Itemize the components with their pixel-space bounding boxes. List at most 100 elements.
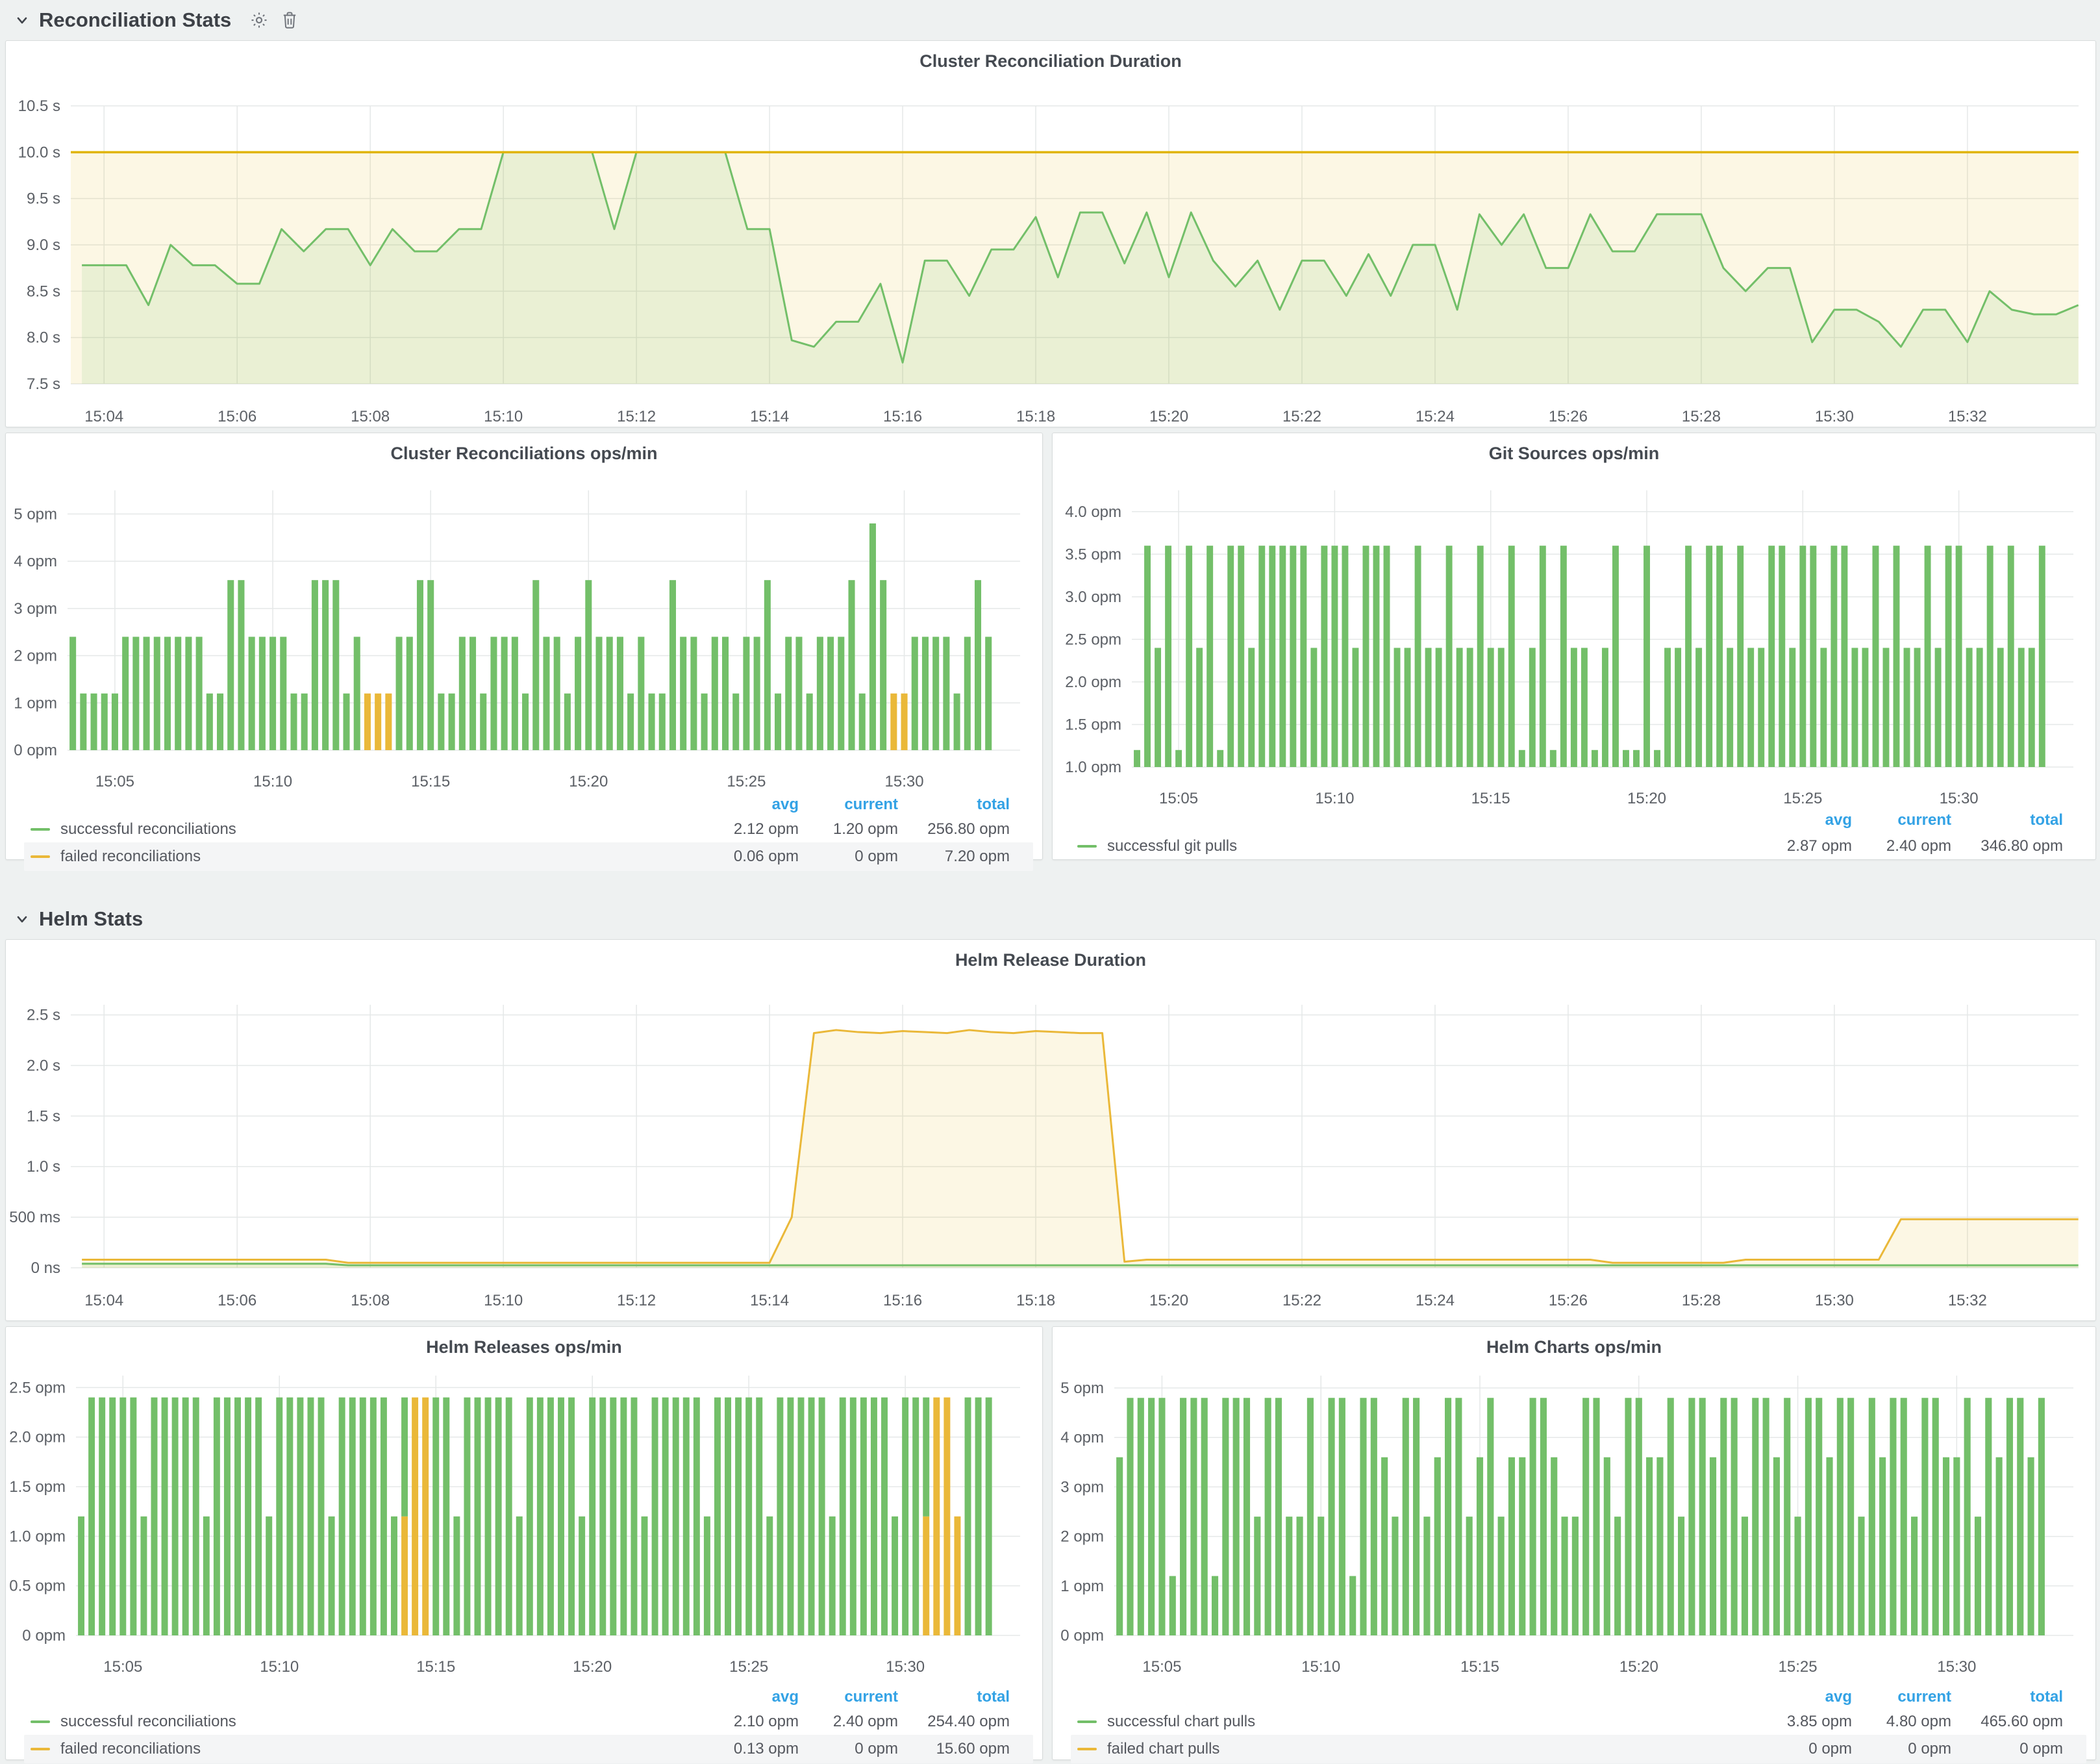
svg-text:0 opm: 0 opm: [14, 742, 57, 759]
section-title[interactable]: Helm Stats: [39, 907, 143, 931]
svg-text:9.5 s: 9.5 s: [27, 190, 60, 208]
legend-col-total[interactable]: total: [1951, 1688, 2063, 1706]
svg-text:4 opm: 4 opm: [1060, 1429, 1104, 1446]
svg-text:500 ms: 500 ms: [9, 1209, 60, 1226]
svg-text:1.0 opm: 1.0 opm: [1065, 759, 1121, 776]
svg-text:15:06: 15:06: [218, 408, 256, 425]
stat-current: 1.20 opm: [799, 820, 898, 838]
stat-avg: 2.10 opm: [688, 1713, 799, 1731]
svg-text:2.0 opm: 2.0 opm: [9, 1429, 66, 1446]
svg-text:15:20: 15:20: [1149, 1292, 1188, 1309]
svg-text:15:10: 15:10: [260, 1658, 299, 1676]
svg-text:15:06: 15:06: [218, 1292, 256, 1309]
svg-text:2.5 s: 2.5 s: [27, 1007, 60, 1024]
legend-col-total[interactable]: total: [1951, 811, 2063, 829]
svg-text:0.5 opm: 0.5 opm: [9, 1578, 66, 1595]
legend-col-current[interactable]: current: [799, 796, 898, 814]
legend-label[interactable]: successful reconciliations: [60, 1713, 236, 1731]
svg-text:15:32: 15:32: [1948, 408, 1987, 425]
stat-current: 4.80 opm: [1852, 1713, 1951, 1731]
svg-text:15:15: 15:15: [411, 773, 450, 790]
stat-avg: 2.87 opm: [1742, 837, 1852, 855]
svg-text:15:14: 15:14: [750, 408, 789, 425]
legend-row: successful git pulls 2.87 opm 2.40 opm 3…: [1071, 832, 2063, 861]
svg-text:15:30: 15:30: [885, 773, 924, 790]
legend-label[interactable]: successful reconciliations: [60, 820, 236, 838]
chevron-down-icon[interactable]: [14, 12, 30, 28]
svg-text:15:28: 15:28: [1682, 1292, 1721, 1309]
chevron-down-icon[interactable]: [14, 911, 30, 927]
stat-avg: 0 opm: [1742, 1740, 1852, 1758]
svg-text:15:25: 15:25: [1779, 1658, 1818, 1676]
svg-text:15:20: 15:20: [1149, 408, 1188, 425]
stat-avg: 0.13 opm: [688, 1740, 799, 1758]
svg-text:15:05: 15:05: [95, 773, 134, 790]
legend-label[interactable]: failed reconciliations: [60, 848, 201, 866]
svg-text:15:26: 15:26: [1549, 1292, 1588, 1309]
panel-cluster-reconciliations-opm: Cluster Reconciliations ops/min 5 opm4 o…: [5, 433, 1043, 860]
svg-text:15:22: 15:22: [1282, 408, 1321, 425]
legend-label[interactable]: successful chart pulls: [1107, 1713, 1255, 1731]
panel-helm-charts-opm: Helm Charts ops/min 5 opm4 opm3 opm2 opm…: [1052, 1326, 2096, 1760]
grafana-dashboard: { "colors":{ "green":"#73bf69", "yellow"…: [0, 0, 2100, 1764]
svg-text:15:08: 15:08: [351, 408, 390, 425]
svg-text:15:18: 15:18: [1016, 1292, 1055, 1309]
svg-text:15:30: 15:30: [1815, 1292, 1854, 1309]
svg-text:15:15: 15:15: [1460, 1658, 1499, 1676]
legend-col-current[interactable]: current: [1852, 1688, 1951, 1706]
svg-text:8.0 s: 8.0 s: [27, 329, 60, 347]
svg-text:15:22: 15:22: [1282, 1292, 1321, 1309]
stat-total: 7.20 opm: [898, 848, 1010, 866]
stat-current: 2.40 opm: [1852, 837, 1951, 855]
trash-icon[interactable]: [281, 10, 299, 30]
svg-text:15:24: 15:24: [1416, 408, 1455, 425]
svg-text:15:24: 15:24: [1416, 1292, 1455, 1309]
panel-git-sources-opm: Git Sources ops/min 4.0 opm3.5 opm3.0 op…: [1052, 433, 2096, 860]
legend-col-avg[interactable]: avg: [1742, 1688, 1852, 1706]
legend-col-avg[interactable]: avg: [1742, 811, 1852, 829]
stat-current: 0 opm: [799, 848, 898, 866]
svg-text:3.0 opm: 3.0 opm: [1065, 588, 1121, 606]
section-helm-stats: Helm Stats: [14, 904, 143, 934]
section-title[interactable]: Reconciliation Stats: [39, 8, 231, 32]
gear-icon[interactable]: [249, 10, 269, 30]
svg-text:3 opm: 3 opm: [14, 600, 57, 618]
svg-text:15:20: 15:20: [573, 1658, 612, 1676]
legend-col-total[interactable]: total: [898, 796, 1010, 814]
svg-text:9.0 s: 9.0 s: [27, 236, 60, 254]
legend-label[interactable]: failed chart pulls: [1107, 1740, 1219, 1758]
svg-text:15:10: 15:10: [1315, 790, 1354, 807]
svg-text:1 opm: 1 opm: [1060, 1578, 1104, 1595]
svg-text:15:20: 15:20: [1627, 790, 1666, 807]
git-sources-opm-chart: 4.0 opm3.5 opm3.0 opm2.5 opm2.0 opm1.5 o…: [1053, 433, 2095, 859]
legend-col-current[interactable]: current: [799, 1688, 898, 1706]
legend-row: failed chart pulls 0 opm 0 opm 0 opm: [1071, 1735, 2086, 1763]
section-reconciliation-stats: Reconciliation Stats: [14, 5, 299, 35]
stat-avg: 0.06 opm: [688, 848, 799, 866]
legend-header: avg current total: [1071, 806, 2063, 835]
svg-text:1.5 opm: 1.5 opm: [1065, 716, 1121, 733]
svg-text:15:20: 15:20: [1619, 1658, 1658, 1676]
legend-label[interactable]: failed reconciliations: [60, 1740, 201, 1758]
legend-col-avg[interactable]: avg: [688, 1688, 799, 1706]
stat-total: 465.60 opm: [1951, 1713, 2063, 1731]
svg-text:15:30: 15:30: [1815, 408, 1854, 425]
legend-label[interactable]: successful git pulls: [1107, 837, 1237, 855]
legend-col-current[interactable]: current: [1852, 811, 1951, 829]
series-dash-icon: [31, 1720, 50, 1723]
cluster-reconciliation-duration-chart: 10.5 s10.0 s9.5 s9.0 s8.5 s8.0 s7.5 s15:…: [6, 41, 2095, 427]
legend-row: successful chart pulls 3.85 opm 4.80 opm…: [1071, 1707, 2063, 1736]
helm-release-duration-chart: 2.5 s2.0 s1.5 s1.0 s500 ms0 ns15:0415:06…: [6, 940, 2095, 1320]
svg-text:2 opm: 2 opm: [1060, 1528, 1104, 1546]
series-dash-icon: [1077, 1748, 1097, 1750]
legend-col-total[interactable]: total: [898, 1688, 1010, 1706]
legend-col-avg[interactable]: avg: [688, 796, 799, 814]
svg-text:15:12: 15:12: [617, 1292, 656, 1309]
stat-current: 2.40 opm: [799, 1713, 898, 1731]
svg-text:1.5 s: 1.5 s: [27, 1107, 60, 1125]
svg-text:15:15: 15:15: [416, 1658, 455, 1676]
svg-text:15:18: 15:18: [1016, 408, 1055, 425]
svg-text:2.5 opm: 2.5 opm: [9, 1379, 66, 1396]
svg-text:4.0 opm: 4.0 opm: [1065, 503, 1121, 521]
svg-text:15:20: 15:20: [569, 773, 608, 790]
